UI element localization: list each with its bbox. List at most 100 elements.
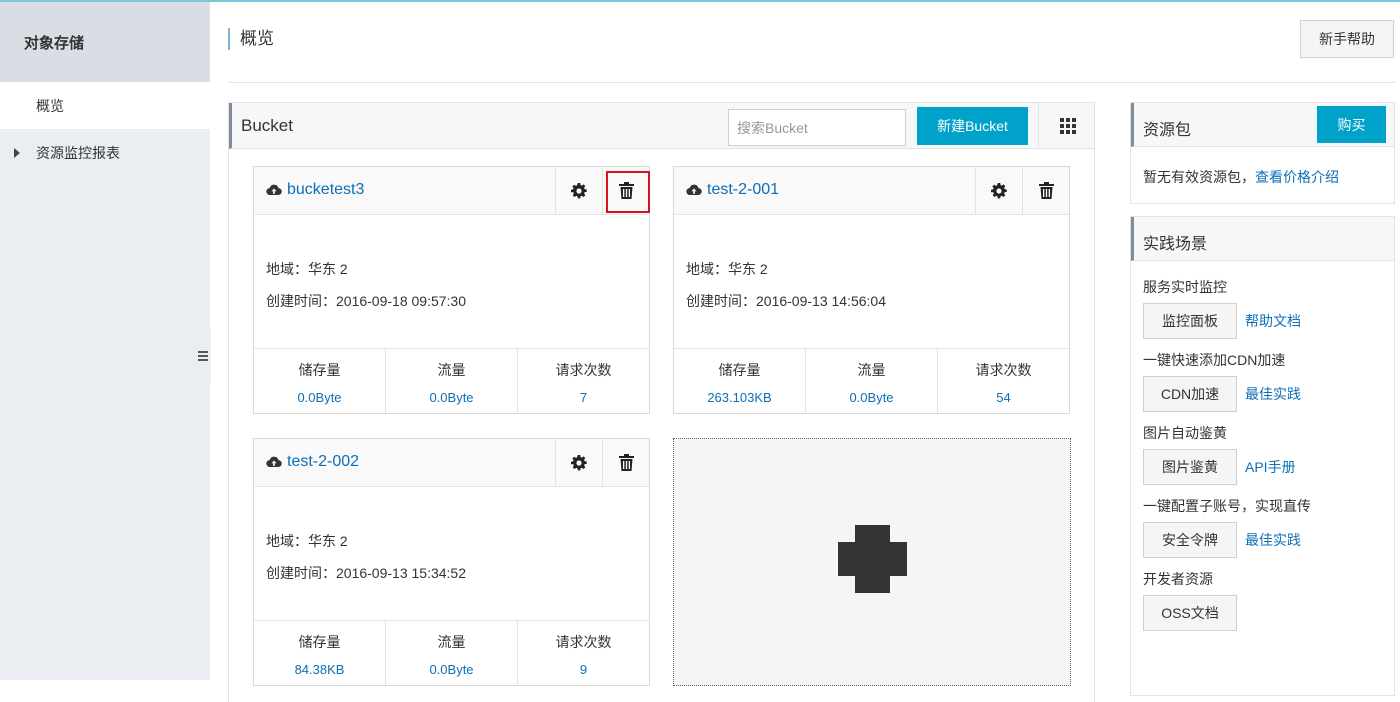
resource-package-header: 资源包 购买: [1131, 103, 1394, 147]
bucket-stats: 储存量 263.103KB 流量 0.0Byte 请求次数 54: [674, 349, 1069, 413]
help-docs-link[interactable]: 帮助文档: [1245, 311, 1301, 331]
bucket-card-header: bucketest3: [254, 167, 650, 215]
trash-icon: [618, 182, 634, 199]
scene-title: 服务实时监控: [1143, 279, 1227, 295]
stat-requests: 请求次数 9: [517, 621, 649, 685]
oss-docs-button[interactable]: OSS文档: [1143, 595, 1237, 631]
stat-value[interactable]: 54: [938, 390, 1069, 405]
sidebar: 对象存储 概览 资源监控报表: [0, 2, 210, 680]
bucket-card-info: 地域：华东 2 创建时间：2016-09-18 09:57:30: [254, 215, 649, 349]
stat-traffic: 流量 0.0Byte: [385, 349, 517, 413]
security-token-button[interactable]: 安全令牌: [1143, 522, 1237, 558]
monitor-dashboard-button[interactable]: 监控面板: [1143, 303, 1237, 339]
cloud-upload-icon: [266, 184, 282, 196]
stat-requests: 请求次数 54: [937, 349, 1069, 413]
stat-value[interactable]: 0.0Byte: [254, 390, 385, 405]
practice-scenes-list: 服务实时监控 监控面板 帮助文档 一键快速添加CDN加速 CDN加速 最佳实践 …: [1131, 261, 1394, 631]
sidebar-bottom-gap: [0, 680, 210, 702]
bucket-region: 地域：华东 2: [686, 261, 768, 277]
bucket-card: test-2-002 地域：华东 2 创建时间：2016-09-13 15:34…: [253, 438, 650, 686]
caret-right-icon: [14, 147, 20, 158]
scene-item: 图片自动鉴黄 图片鉴黄 API手册: [1143, 423, 1382, 485]
bucket-name-link[interactable]: bucketest3: [266, 181, 364, 199]
resource-package-panel: 资源包 购买 暂无有效资源包，查看价格介绍: [1130, 102, 1395, 204]
bucket-name: bucketest3: [287, 181, 365, 198]
bucket-name: test-2-001: [707, 181, 780, 198]
stat-label: 请求次数: [555, 634, 612, 650]
bucket-panel-title: Bucket: [241, 116, 293, 135]
cloud-upload-icon: [686, 184, 702, 196]
grid-view-button[interactable]: [1038, 103, 1096, 149]
bucket-created-time: 创建时间：2016-09-13 14:56:04: [686, 293, 886, 309]
gear-icon: [571, 454, 587, 470]
buy-button[interactable]: 购买: [1317, 106, 1386, 143]
image-moderation-button[interactable]: 图片鉴黄: [1143, 449, 1237, 485]
stat-label: 储存量: [298, 362, 341, 378]
bucket-panel: Bucket 新建Bucket bucketest3 地域：华东 2 创建时间：…: [228, 102, 1095, 702]
trash-icon: [618, 454, 634, 471]
bucket-search-input[interactable]: [728, 109, 906, 146]
sidebar-title: 对象存储: [0, 2, 210, 82]
bucket-stats: 储存量 0.0Byte 流量 0.0Byte 请求次数 7: [254, 349, 649, 413]
stat-value[interactable]: 9: [518, 662, 649, 677]
cdn-acceleration-button[interactable]: CDN加速: [1143, 376, 1237, 412]
stat-value[interactable]: 0.0Byte: [386, 662, 517, 677]
bucket-settings-button[interactable]: [555, 439, 602, 486]
page-title: 概览: [228, 28, 274, 50]
sidebar-collapse-handle[interactable]: [195, 328, 211, 384]
resource-package-title: 资源包: [1143, 122, 1192, 139]
bucket-card-header: test-2-002: [254, 439, 649, 487]
bucket-name: test-2-002: [287, 453, 360, 470]
bucket-settings-button[interactable]: [975, 167, 1022, 214]
stat-value[interactable]: 7: [518, 390, 649, 405]
sidebar-item-overview[interactable]: 概览: [0, 82, 210, 129]
help-button[interactable]: 新手帮助: [1300, 20, 1394, 58]
bucket-panel-header: Bucket 新建Bucket: [229, 103, 1094, 149]
trash-icon: [1038, 182, 1054, 199]
scene-item: 一键配置子账号，实现直传 安全令牌 最佳实践: [1143, 496, 1382, 558]
stat-traffic: 流量 0.0Byte: [385, 621, 517, 685]
api-manual-link[interactable]: API手册: [1245, 457, 1296, 477]
stat-value[interactable]: 0.0Byte: [386, 390, 517, 405]
gear-icon: [991, 182, 1007, 198]
practice-scenes-panel: 实践场景 服务实时监控 监控面板 帮助文档 一键快速添加CDN加速 CDN加速 …: [1130, 216, 1395, 696]
bucket-created-time: 创建时间：2016-09-13 15:34:52: [266, 565, 466, 581]
stat-requests: 请求次数 7: [517, 349, 649, 413]
bucket-created-time: 创建时间：2016-09-18 09:57:30: [266, 293, 466, 309]
bucket-delete-button[interactable]: [1022, 167, 1069, 214]
bucket-settings-button[interactable]: [555, 167, 602, 214]
bucket-delete-button[interactable]: [602, 439, 649, 486]
bucket-region: 地域：华东 2: [266, 261, 348, 277]
new-bucket-button[interactable]: 新建Bucket: [917, 107, 1028, 145]
stat-label: 流量: [857, 362, 886, 378]
top-accent-line: [0, 0, 1400, 2]
sidebar-item-monitor-report[interactable]: 资源监控报表: [0, 129, 210, 176]
practice-scenes-header: 实践场景: [1131, 217, 1394, 261]
bucket-delete-button[interactable]: [602, 167, 650, 214]
price-info-link[interactable]: 查看价格介绍: [1255, 169, 1339, 185]
stat-label: 储存量: [298, 634, 341, 650]
stat-value[interactable]: 0.0Byte: [806, 390, 937, 405]
stat-label: 流量: [437, 362, 466, 378]
grid-icon: [1059, 118, 1076, 134]
stat-value[interactable]: 84.38KB: [254, 662, 385, 677]
best-practice-link[interactable]: 最佳实践: [1245, 384, 1301, 404]
bucket-card: bucketest3 地域：华东 2 创建时间：2016-09-18 09:57…: [253, 166, 650, 414]
stat-label: 储存量: [718, 362, 761, 378]
scene-title: 一键配置子账号，实现直传: [1143, 498, 1311, 514]
header-divider: [228, 82, 1396, 83]
collapse-menu-icon: [198, 349, 208, 363]
add-bucket-card[interactable]: [673, 438, 1071, 686]
stat-storage: 储存量 263.103KB: [674, 349, 805, 413]
best-practice-link[interactable]: 最佳实践: [1245, 530, 1301, 550]
empty-resource-text: 暂无有效资源包，: [1143, 169, 1255, 185]
bucket-name-link[interactable]: test-2-001: [686, 181, 779, 199]
bucket-card-header: test-2-001: [674, 167, 1069, 215]
stat-value[interactable]: 263.103KB: [674, 390, 805, 405]
gear-icon: [571, 182, 587, 198]
scene-item: 开发者资源 OSS文档: [1143, 569, 1382, 631]
bucket-name-link[interactable]: test-2-002: [266, 453, 359, 471]
stat-label: 请求次数: [975, 362, 1032, 378]
stat-storage: 储存量 84.38KB: [254, 621, 385, 685]
practice-scenes-title: 实践场景: [1143, 236, 1208, 253]
